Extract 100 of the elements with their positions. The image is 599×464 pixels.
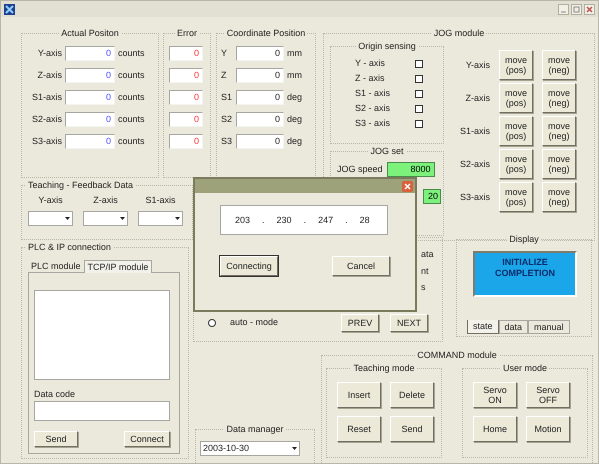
axis-label: Y-axis [464,60,490,70]
next-button[interactable]: NEXT [390,314,428,332]
tab[interactable]: data [498,320,528,334]
checkbox[interactable] [415,74,423,82]
move-button[interactable]: move (pos) [499,182,533,212]
checkbox[interactable] [415,120,423,128]
group-title: JOG set [368,147,406,156]
input-field[interactable]: 0 [236,134,284,149]
group-title: JOG module [432,29,486,38]
move-button[interactable]: move (pos) [499,116,533,146]
group-title: Coordinate Position [224,29,308,38]
minimize-icon[interactable] [558,4,569,14]
axis-label: Z [221,71,228,80]
input-field[interactable]: 0 [236,90,284,105]
input-field[interactable]: 0 [169,134,203,149]
input-field[interactable]: 0 [65,46,115,61]
tab[interactable]: manual [528,320,570,334]
tab[interactable]: PLC module [28,260,84,273]
ip-octet: 230 [276,216,292,224]
input-field[interactable]: 0 [169,68,203,83]
move-button[interactable]: move (pos) [499,83,533,113]
command-button[interactable]: Servo ON [473,382,517,408]
send-button[interactable]: Send [34,431,78,447]
tab[interactable]: state [467,320,499,334]
dialog-button[interactable]: Connecting [220,256,278,276]
command-button[interactable]: Home [473,416,517,442]
input-field[interactable] [34,401,170,421]
axis-label: Z-axis [36,71,62,80]
maximize-icon[interactable] [571,4,582,14]
input-field[interactable]: 0 [236,46,284,61]
dialog-button[interactable]: Cancel [332,256,390,276]
dropdown[interactable]: 2003-10-30 [200,441,300,456]
group-title: PLC & IP connection [26,243,113,252]
field-value: 0 [194,137,199,146]
command-button[interactable]: Motion [526,416,570,442]
command-button[interactable]: Servo OFF [526,382,570,408]
input-field[interactable]: 0 [169,112,203,127]
group-title: Origin sensing [356,42,418,51]
axis-label: Y [221,49,228,58]
field-value: 0 [106,71,111,80]
field-value: 0 [106,115,111,124]
command-button[interactable]: Delete [390,382,434,408]
axis-label: S3 - axis [355,119,390,128]
command-button[interactable]: Reset [337,416,381,442]
input-field[interactable]: 0 [169,46,203,61]
tab[interactable]: TCP/IP module [84,260,152,273]
command-button[interactable]: Send [390,416,434,442]
partial-label: s [421,283,426,292]
input-field[interactable]: 20 [423,189,441,204]
radio-button[interactable] [208,318,216,326]
unit-label: mm [287,49,302,58]
unit-label: mm [287,71,302,80]
input-field[interactable]: 8000 [386,162,435,177]
unit-label: deg [287,137,302,146]
partial-label: nt [421,267,429,276]
move-button[interactable]: move (pos) [499,149,533,179]
group-title: Teaching - Feedback Data [26,181,136,190]
command-button[interactable]: Insert [337,382,381,408]
checkbox[interactable] [415,90,423,98]
input-field[interactable]: 0 [65,112,115,127]
checkbox[interactable] [415,104,423,112]
axis-label: Y - axis [355,59,385,68]
move-button[interactable]: move (neg) [542,50,576,80]
input-field[interactable]: 0 [65,90,115,105]
input-field[interactable]: 0 [236,112,284,127]
ip-address-field[interactable]: 203 . 230 . 247 . 28 [220,205,388,235]
group-title: Error [175,29,199,38]
input-field[interactable]: 0 [169,90,203,105]
move-button[interactable]: move (neg) [542,83,576,113]
close-icon[interactable] [584,4,595,14]
group-title: Display [507,235,541,244]
field-value: 0 [194,49,199,58]
field-value: 0 [194,93,199,102]
checkbox[interactable] [415,60,423,68]
ip-separator: . [345,216,348,224]
group-title: Teaching mode [351,364,417,373]
group-title: COMMAND module [415,351,499,360]
input-field[interactable]: 0 [236,68,284,83]
input-field[interactable]: 0 [65,68,115,83]
unit-label: counts [118,115,145,124]
move-button[interactable]: move (neg) [542,116,576,146]
prev-button[interactable]: PREV [341,314,379,332]
axis-label: S2 [221,115,233,124]
unit-label: deg [287,115,302,124]
field-value: 0 [106,93,111,102]
axis-label: S2-axis [458,160,490,168]
column-label: Z-axis [93,196,118,205]
partial-label: ata [421,250,434,259]
ip-octet: 28 [360,216,370,224]
display-screen: INITIALIZE COMPLETION [473,251,577,297]
move-button[interactable]: move (neg) [542,182,576,212]
axis-label: S1-axis [30,93,62,102]
move-button[interactable]: move (neg) [542,149,576,179]
connect-button[interactable]: Connect [124,431,170,447]
group-title: Data manager [224,425,286,434]
input-field[interactable]: 0 [65,134,115,149]
move-button[interactable]: move (pos) [499,50,533,80]
radio-label: auto - mode [230,318,278,327]
unit-label: deg [287,93,302,102]
close-icon[interactable] [402,180,413,192]
